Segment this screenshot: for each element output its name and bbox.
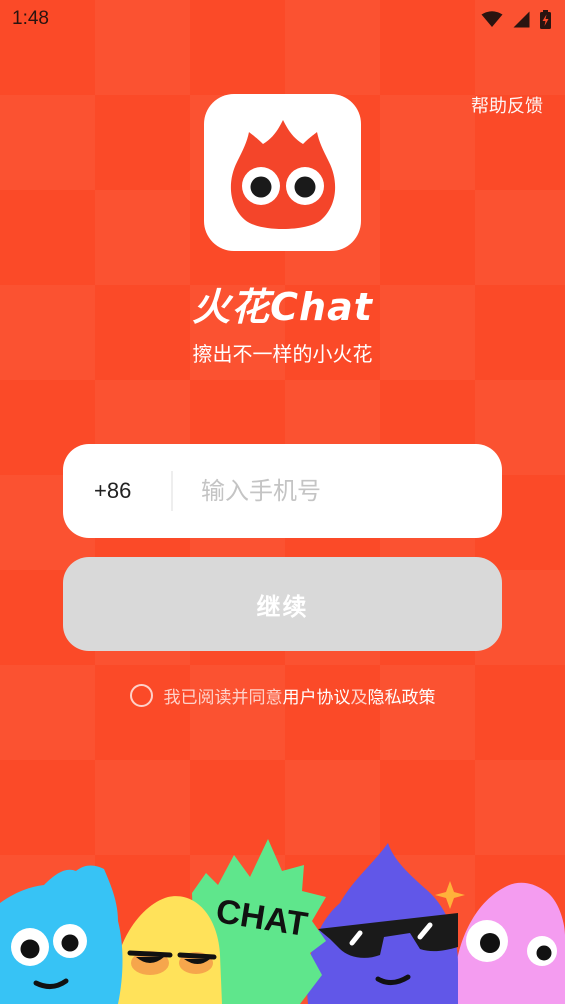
pink-mascot (454, 882, 565, 1004)
blue-mascot (0, 865, 123, 1004)
status-icons (481, 9, 551, 29)
yellow-mascot (111, 896, 222, 1004)
battery-charging-icon (540, 9, 551, 29)
privacy-policy-link[interactable]: 隐私政策 (368, 683, 436, 708)
agree-prefix: 我已阅读并同意 (163, 688, 283, 708)
purple-mascot (307, 843, 465, 1004)
phone-number-input[interactable] (173, 461, 502, 521)
user-agreement-link[interactable]: 用户协议 (283, 683, 351, 708)
country-code-selector[interactable]: +86 (63, 478, 171, 504)
mascot-illustration: CHAT (0, 839, 565, 1004)
agree-conjunction: 及 (350, 688, 368, 708)
app-title: 火花Chat (192, 285, 373, 329)
flame-mascot-icon (230, 119, 335, 229)
signal-icon (513, 11, 530, 27)
agreement-row: 我已阅读并同意 用户协议 及 隐私政策 (0, 683, 565, 708)
app-logo (204, 94, 361, 251)
wifi-icon (481, 10, 503, 27)
status-time: 1:48 (12, 8, 49, 29)
app-slogan: 擦出不一样的小火花 (192, 342, 373, 366)
agree-checkbox[interactable] (129, 684, 153, 707)
phone-field: +86 (63, 444, 502, 538)
help-feedback-link[interactable]: 帮助反馈 (471, 92, 543, 118)
continue-button[interactable]: 继续 (63, 557, 502, 651)
status-bar: 1:48 (0, 0, 565, 38)
